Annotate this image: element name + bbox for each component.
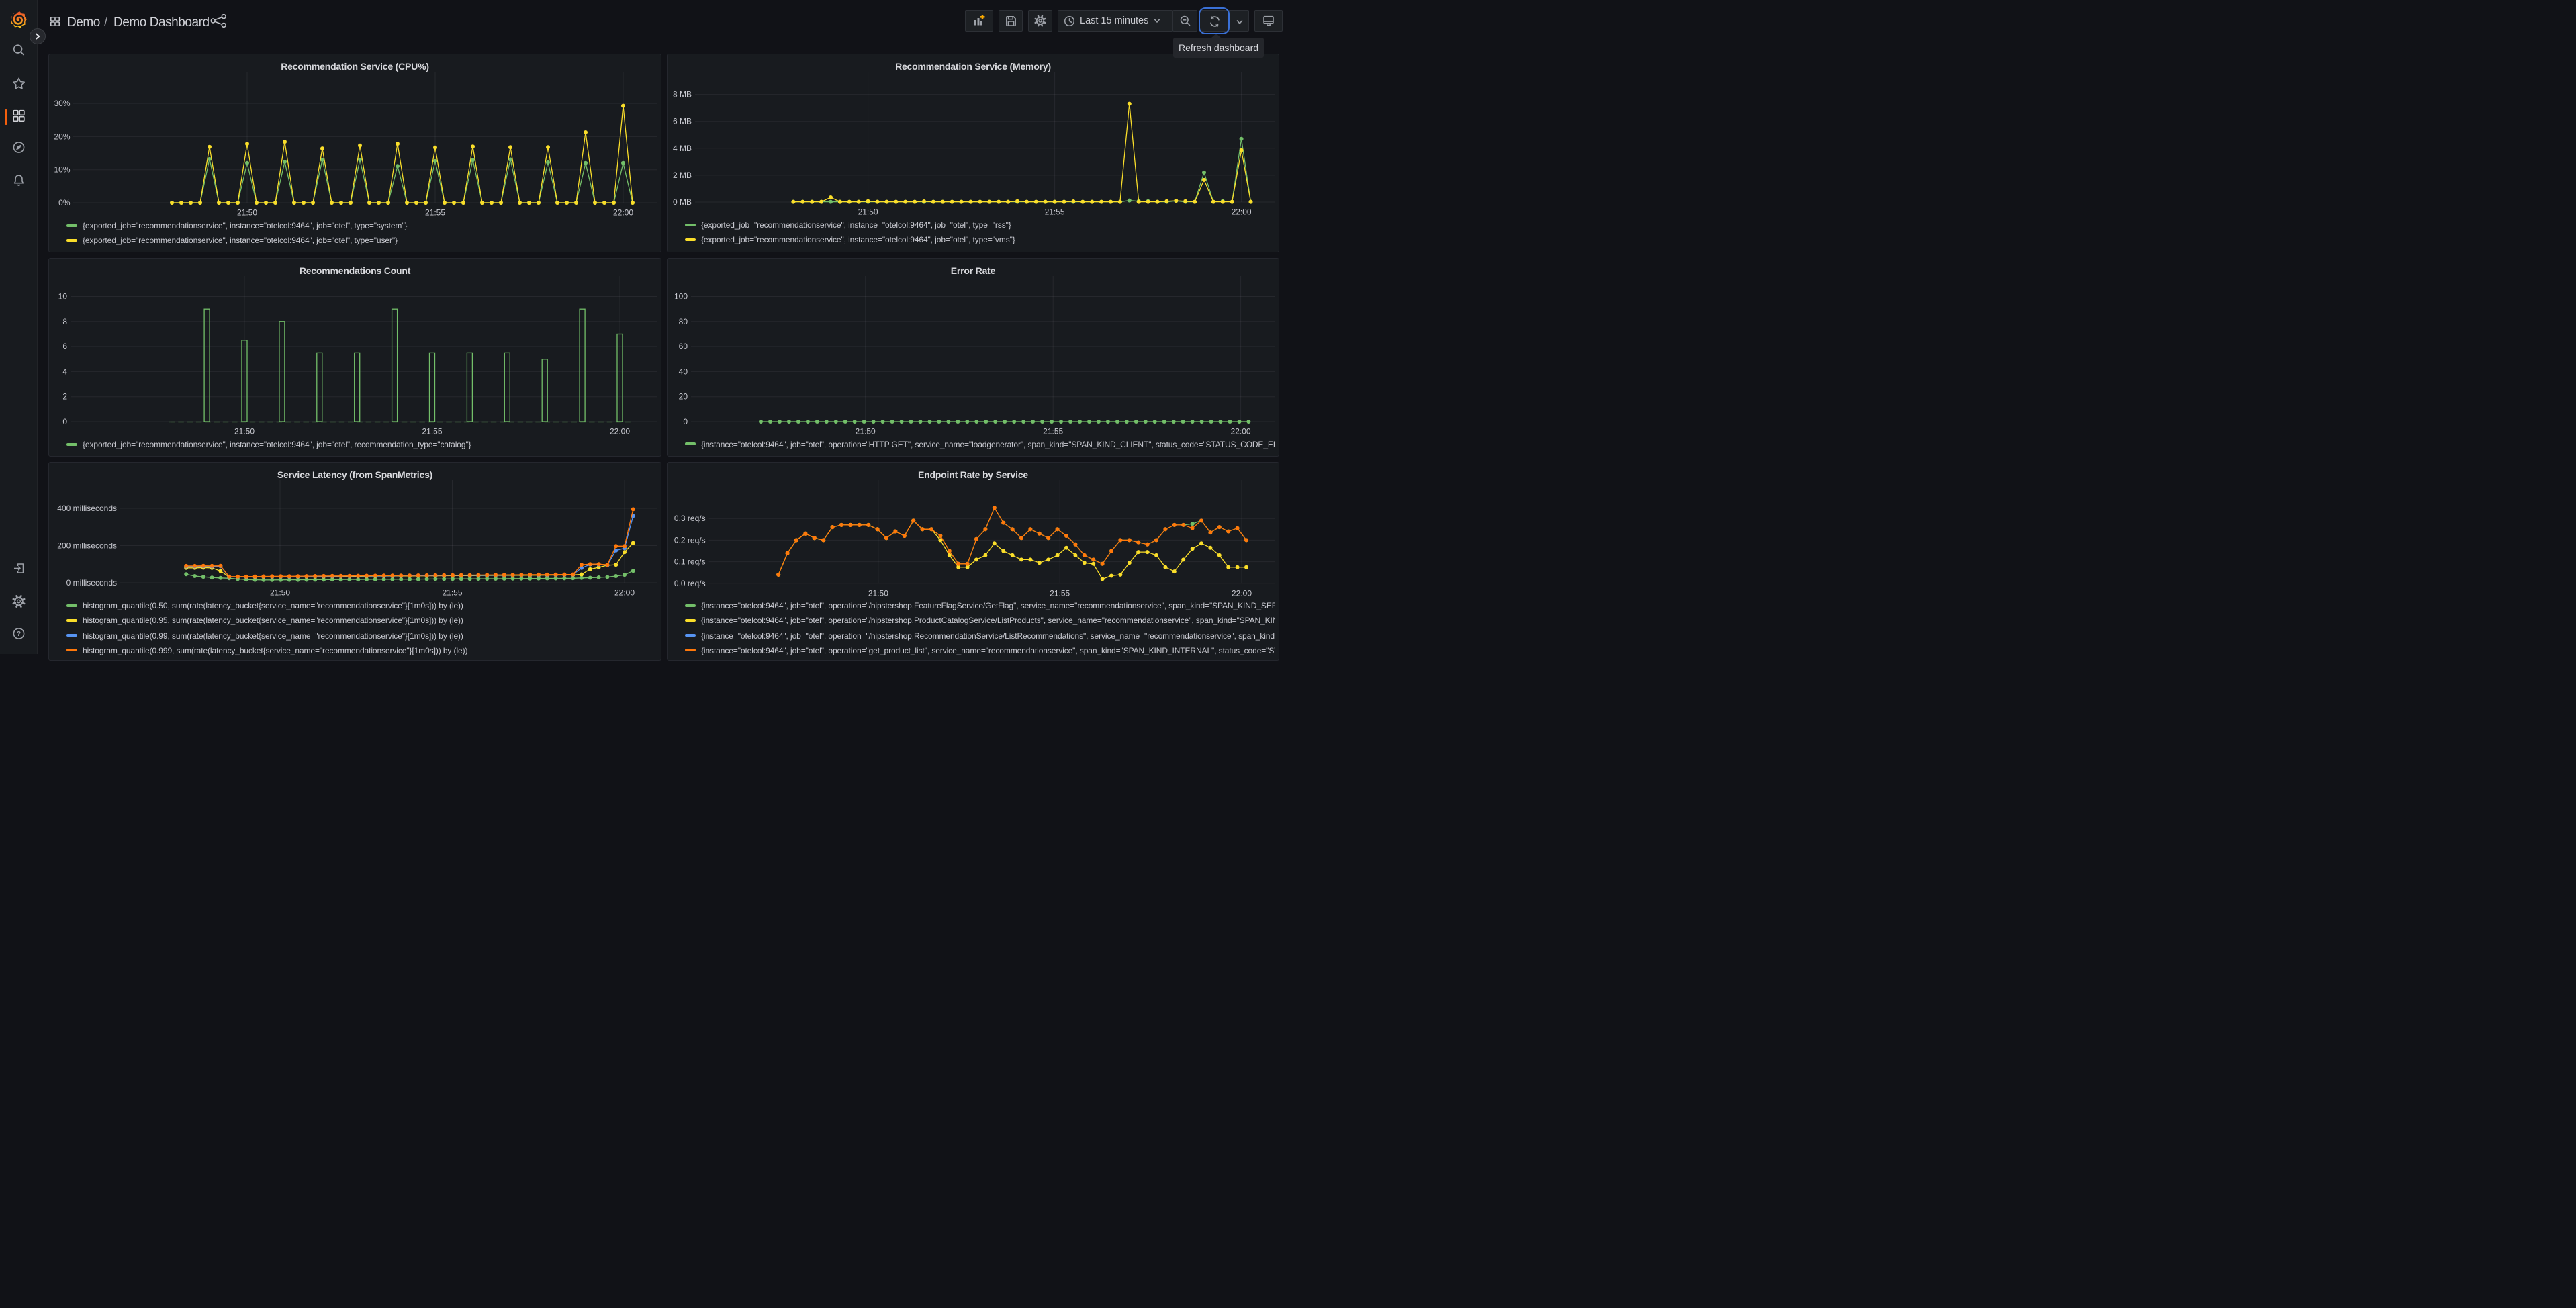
svg-text:20%: 20% [54,132,70,141]
svg-text:10: 10 [58,292,68,301]
svg-text:0.3 req/s: 0.3 req/s [674,514,706,523]
svg-text:22:00: 22:00 [1232,207,1252,217]
svg-text:22:00: 22:00 [614,588,635,598]
svg-text:22:00: 22:00 [1232,588,1252,598]
svg-text:40: 40 [679,367,688,376]
svg-text:200 milliseconds: 200 milliseconds [57,541,117,551]
svg-text:21:50: 21:50 [234,427,255,436]
svg-text:21:50: 21:50 [858,207,878,217]
svg-text:4: 4 [62,367,67,376]
svg-text:0: 0 [62,417,67,426]
svg-text:2 MB: 2 MB [673,171,692,180]
svg-text:21:55: 21:55 [425,208,445,218]
svg-text:0%: 0% [58,198,71,207]
svg-text:21:55: 21:55 [422,427,442,436]
svg-text:22:00: 22:00 [613,208,633,218]
svg-text:0 MB: 0 MB [673,197,692,207]
svg-text:80: 80 [679,317,688,326]
svg-text:21:55: 21:55 [442,588,462,598]
svg-text:6: 6 [62,342,67,351]
svg-text:2: 2 [62,392,67,402]
svg-text:8 MB: 8 MB [673,90,692,99]
svg-text:4 MB: 4 MB [673,144,692,153]
svg-text:60: 60 [679,342,688,351]
svg-text:0.1 req/s: 0.1 req/s [674,557,706,567]
svg-text:0: 0 [683,417,688,426]
svg-text:100: 100 [674,292,688,301]
svg-text:21:50: 21:50 [856,427,876,436]
svg-text:22:00: 22:00 [1231,427,1251,436]
svg-text:20: 20 [679,392,688,402]
svg-text:21:50: 21:50 [270,588,290,598]
svg-text:?: ? [16,630,20,638]
svg-text:21:50: 21:50 [868,588,888,598]
svg-text:21:50: 21:50 [237,208,257,218]
svg-text:21:55: 21:55 [1045,207,1065,217]
svg-text:8: 8 [62,317,67,326]
svg-text:400 milliseconds: 400 milliseconds [57,504,117,513]
svg-text:22:00: 22:00 [610,427,630,436]
svg-text:10%: 10% [54,165,70,175]
svg-text:0 milliseconds: 0 milliseconds [66,578,117,588]
svg-text:0.0 req/s: 0.0 req/s [674,579,706,588]
svg-text:21:55: 21:55 [1043,427,1063,436]
svg-text:30%: 30% [54,99,70,108]
svg-text:6 MB: 6 MB [673,117,692,126]
svg-text:0.2 req/s: 0.2 req/s [674,535,706,545]
svg-text:21:55: 21:55 [1050,588,1070,598]
